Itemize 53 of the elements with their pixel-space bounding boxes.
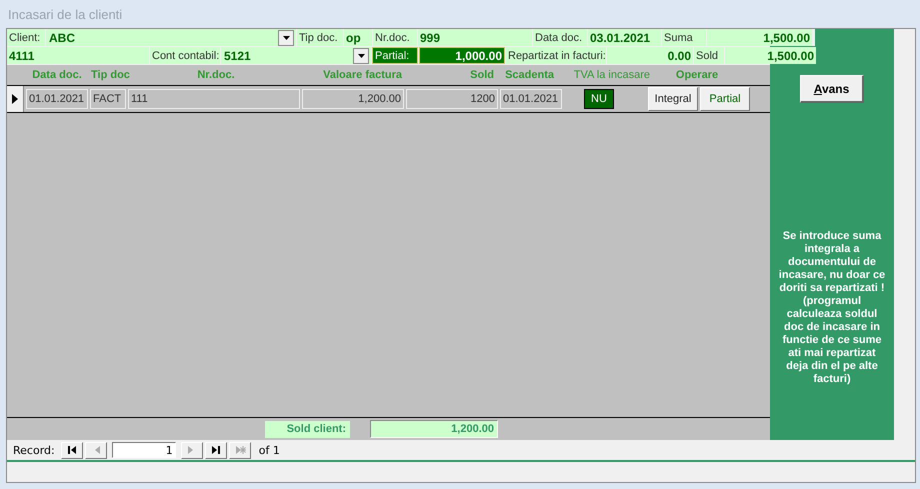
column-header: Data doc.	[31, 69, 83, 81]
column-header: Tip doc	[90, 69, 131, 81]
column-header: Scadenta	[504, 69, 555, 81]
record-selector[interactable]	[7, 86, 24, 112]
combo-box[interactable]: ABC	[46, 29, 296, 46]
amount-field[interactable]: 1,500.00	[707, 29, 812, 46]
column-header: Operare	[674, 69, 720, 81]
field-label: Sold	[694, 47, 724, 64]
first-record-icon	[66, 445, 78, 455]
field-value[interactable]: 999	[418, 29, 532, 46]
field-label: Cont contabil:	[150, 47, 220, 64]
amount-field[interactable]: 0.00	[607, 47, 693, 64]
sold-client-field: 1,200.00	[370, 420, 498, 438]
table-cell: 01.01.2021	[500, 89, 562, 109]
field-value[interactable]: 03.01.2021	[588, 29, 661, 46]
column-header: Valoare factura	[322, 69, 403, 81]
table-cell: 01.01.2021	[26, 89, 88, 109]
sold-client-label: Sold client:	[265, 420, 350, 438]
last-record-icon	[210, 445, 222, 455]
last-record-button[interactable]	[204, 442, 227, 458]
column-header: TVA la incasare	[572, 69, 651, 81]
record-count: of 1	[258, 444, 280, 456]
operation-button[interactable]: Integral	[648, 87, 698, 111]
field-label: Data doc.	[533, 29, 587, 46]
column-header: Nr.doc.	[196, 69, 236, 81]
current-record-icon	[12, 94, 18, 104]
table-cell: FACT	[90, 89, 126, 109]
field-label: Partial:	[372, 47, 418, 64]
combo-box[interactable]: 5121	[221, 47, 371, 64]
amount-field[interactable]: 1,500.00	[725, 47, 816, 64]
dropdown-arrow-icon	[358, 54, 364, 58]
field-label: Suma	[662, 29, 706, 46]
info-note: Se introduce suma integrala a documentului de incasare, nu doar ce doriti sa repartizati ! (programul calculeaza soldul doc de incasare in functie de ce sume ati mai repartizat deja din el pe alte facturi)	[778, 230, 886, 386]
field-value[interactable]: op	[344, 29, 372, 46]
record-label: Record:	[13, 444, 55, 456]
field-label: Tip doc.	[297, 29, 343, 46]
table-cell: 111	[128, 89, 300, 109]
field-label: Client:	[7, 29, 45, 46]
field-label: Nr.doc.	[373, 29, 417, 46]
column-header: Sold	[469, 69, 495, 81]
table-cell: 1200	[406, 89, 498, 109]
avans-button[interactable]: Avans	[800, 75, 864, 103]
new-record-icon	[234, 445, 246, 455]
window-title: Incasari de la clienti	[7, 6, 124, 24]
record-number-field[interactable]: 1	[112, 442, 176, 458]
field-label: Repartizat in facturi:	[506, 47, 606, 64]
operation-button[interactable]: Partial	[700, 87, 750, 111]
field-value[interactable]: 4111	[7, 47, 149, 64]
dropdown-arrow-icon	[282, 36, 290, 40]
table-cell: 1,200.00	[302, 89, 404, 109]
tva-indicator: NU	[584, 89, 614, 109]
amount-field[interactable]: 1,000.00	[419, 47, 505, 64]
first-record-button[interactable]	[60, 442, 83, 458]
